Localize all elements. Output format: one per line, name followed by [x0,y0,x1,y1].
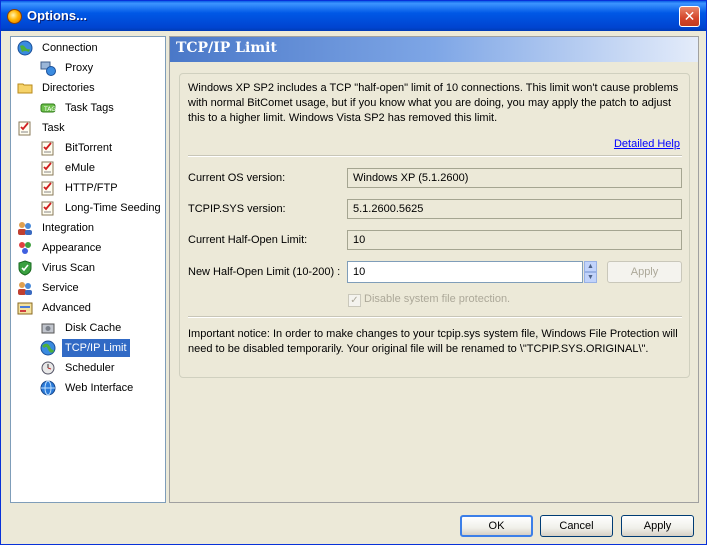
network-globe-icon [40,340,56,356]
tcpip-version-field: 5.1.2600.5625 [347,199,682,219]
checklist-icon [17,120,33,136]
scheduler-icon [40,360,56,376]
tree-item-label: Task Tags [65,102,114,114]
apply-limit-button[interactable]: Apply [607,261,682,283]
checklist-icon [40,200,56,216]
tree-item-label: Integration [42,222,94,234]
svg-text:TAG: TAG [43,106,56,113]
tree-item-label: HTTP/FTP [65,182,118,194]
spin-down-icon[interactable]: ▼ [584,272,597,283]
palette-icon [17,240,33,256]
advanced-icon [17,300,33,316]
half-open-limit-field: 10 [347,230,682,250]
description-text: Windows XP SP2 includes a TCP "half-open… [188,82,679,124]
tree-item-label: Appearance [42,242,102,254]
options-window: Options... ✕ Connection Proxy Directories T… [0,0,707,545]
settings-panel: TCP/IP Limit Windows XP SP2 includes a T… [169,36,699,503]
tree-item-label: Service [42,282,79,294]
cancel-button[interactable]: Cancel [540,515,613,537]
tree-item-label: Web Interface [65,382,134,394]
ok-button[interactable]: OK [460,515,533,537]
spin-up-icon[interactable]: ▲ [584,261,597,272]
tree-item-label: Advanced [42,302,91,314]
app-icon [7,9,22,24]
tree-item-label: eMule [65,162,95,174]
users-icon [17,280,33,296]
users-icon [17,220,33,236]
new-limit-spinner[interactable]: ▲ ▼ [584,261,597,283]
options-tree[interactable]: Connection Proxy Directories TAG Task Tags Ta… [10,36,166,503]
tree-item-label: BitTorrent [65,142,113,154]
disable-protection-label: Disable system file protection. [364,293,511,305]
disable-protection-checkbox[interactable]: ✓ [348,294,361,307]
disk-icon [40,320,56,336]
network-icon [40,60,56,76]
title-bar[interactable]: Options... ✕ [1,1,706,31]
os-version-field: Windows XP (5.1.2600) [347,168,682,188]
new-limit-label: New Half-Open Limit (10-200) : [188,266,341,278]
os-version-label: Current OS version: [188,172,286,184]
detailed-help-link[interactable]: Detailed Help [614,138,680,150]
tree-item-label: Long-Time Seeding [65,202,161,214]
panel-header: TCP/IP Limit [170,37,698,62]
tree-item-label: Directories [42,82,95,94]
tree-item-label: Virus Scan [42,262,95,274]
separator [188,316,682,318]
folder-icon [17,80,33,96]
important-notice: Important notice: In order to make chang… [188,328,678,355]
tree-item-label: TCP/IP Limit [62,339,130,357]
tcpip-version-label: TCPIP.SYS version: [188,203,286,215]
window-title: Options... [27,8,87,23]
separator [188,155,682,157]
checklist-icon [40,160,56,176]
tree-item-label: Task [42,122,65,134]
globe-icon [17,40,33,56]
apply-button[interactable]: Apply [621,515,694,537]
shield-icon [17,260,33,276]
half-open-limit-label: Current Half-Open Limit: [188,234,308,246]
close-button[interactable]: ✕ [679,6,700,27]
tree-item-label: Disk Cache [65,322,122,334]
tree-item-label: Proxy [65,62,94,74]
tree-item-label: Scheduler [65,362,115,374]
tree-item-label: Connection [42,42,98,54]
panel-title: TCP/IP Limit [176,40,277,56]
web-icon [40,380,56,396]
checklist-icon [40,180,56,196]
new-limit-input[interactable]: 10 [347,261,583,283]
checklist-icon [40,140,56,156]
tag-icon: TAG [40,100,56,116]
